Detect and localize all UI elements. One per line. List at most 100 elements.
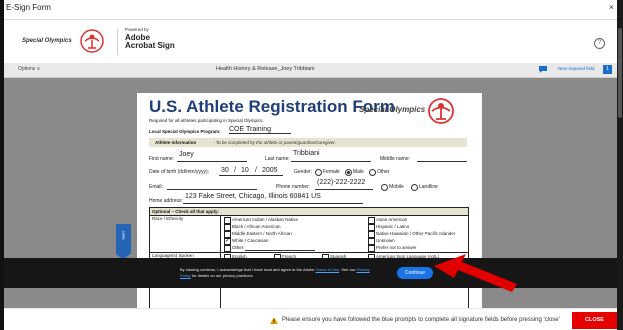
address-underline (183, 203, 363, 204)
esign-window: E-Sign Form × Special Olympics Powered b… (0, 0, 623, 330)
consent-text: By clicking continue, I acknowledge that… (180, 267, 376, 279)
gender-other-label: Other (377, 169, 390, 175)
email-field[interactable] (167, 189, 257, 190)
race-option: Black / African American (232, 224, 281, 229)
email-label: Email: (149, 184, 163, 190)
start-tab[interactable]: Start (116, 224, 131, 260)
red-arrow-annotation (434, 254, 517, 292)
window-scrollbar[interactable] (617, 0, 623, 330)
document-toolbar: Options ∨ Health History & Release_Joey … (4, 63, 617, 78)
form-brand: Special Olympics (359, 105, 426, 114)
chat-icon[interactable] (539, 66, 547, 73)
start-tab-label: Start (120, 231, 126, 240)
phone-mobile-radio[interactable] (381, 184, 388, 191)
scrollbar-thumb[interactable] (618, 28, 622, 118)
consent-text-part: By clicking continue, I acknowledge that… (180, 267, 316, 272)
race-checkbox[interactable] (368, 217, 375, 224)
gender-male-label: Male (353, 169, 364, 175)
first-name-label: First name: (149, 156, 175, 162)
race-option: American Indian / Alaskan Native (232, 217, 299, 222)
footer-bar: Please ensure you have followed the blue… (4, 308, 617, 330)
race-checkbox[interactable] (368, 224, 375, 231)
table-rule (150, 252, 468, 253)
address-field[interactable]: 123 Fake Street, Chicago, Illinois 60841… (185, 193, 321, 200)
gender-female-radio[interactable] (315, 169, 322, 176)
adobe-header: Special Olympics Powered by Adobe Acroba… (4, 20, 617, 64)
dob-month-field[interactable]: 10 (241, 167, 249, 174)
acrobat-sign-line: Acrobat Sign (125, 41, 175, 50)
race-option: Unknown (376, 238, 395, 243)
close-icon[interactable]: × (609, 2, 614, 12)
phone-underline (315, 189, 373, 190)
consent-text-part: . See our (339, 267, 357, 272)
race-label: Race / Ethnicity (152, 216, 184, 221)
phone-landline-radio[interactable] (411, 184, 418, 191)
optional-header-band: Optional – Check all that apply: (150, 208, 468, 215)
next-required-field-link[interactable]: Next required field (558, 66, 595, 71)
dob-label: Date of birth (dd/mm/yyyy): (149, 169, 210, 175)
header-divider (117, 29, 118, 55)
special-olympics-brand: Special Olympics (22, 38, 72, 44)
consent-banner: By clicking continue, I acknowledge that… (4, 258, 617, 288)
athlete-info-note: - To be completed by the athlete or pare… (213, 140, 336, 145)
phone-label: Phone number: (276, 184, 311, 190)
program-field[interactable]: COE Training (229, 126, 291, 134)
athlete-info-band: Athlete Information - To be completed by… (149, 138, 467, 147)
program-label: Local Special Olympics Program: (149, 129, 221, 134)
dob-separator: / (255, 167, 257, 174)
window-title: E-Sign Form (6, 3, 51, 12)
esign-dialog: E-Sign Form × Special Olympics Powered b… (4, 0, 617, 330)
special-olympics-logo (428, 98, 454, 124)
terms-of-use-link[interactable]: Terms of Use (316, 267, 340, 272)
first-name-field[interactable]: Joey (179, 151, 194, 158)
gender-other-radio[interactable] (369, 169, 376, 176)
phone-landline-label: Landline (419, 184, 438, 190)
consent-text-part: for details on our privacy practices. (190, 273, 254, 278)
last-name-underline (291, 161, 371, 162)
race-checkbox[interactable] (224, 224, 231, 231)
title-bar: E-Sign Form × (4, 0, 617, 20)
dob-underline (219, 175, 283, 176)
close-button[interactable]: CLOSE (572, 312, 617, 329)
race-option: Native Hawaiian / Other Pacific Islander (376, 231, 456, 236)
optional-header: Optional – Check all that apply: (152, 209, 220, 214)
first-name-underline (177, 161, 247, 162)
gender-female-label: Female (323, 169, 340, 175)
help-icon[interactable]: ? (594, 38, 605, 49)
dob-day-field[interactable]: 30 (221, 167, 229, 174)
table-rule (150, 215, 468, 216)
middle-name-label: Middle name: (380, 156, 411, 162)
race-checkbox[interactable] (224, 217, 231, 224)
race-option: White / Caucasian (232, 238, 269, 243)
document-title: Health History & Release_Joey Tribbiani (216, 66, 315, 72)
warning-icon (270, 317, 278, 324)
phone-field[interactable]: (222)-222-2222 (317, 179, 365, 186)
race-checkbox[interactable] (368, 245, 375, 252)
race-checkbox[interactable] (368, 231, 375, 238)
options-menu[interactable]: Options ∨ (18, 66, 40, 72)
gender-label: Gender: (294, 169, 313, 175)
gender-male-radio[interactable] (345, 169, 352, 176)
address-label: Home address: (149, 198, 183, 204)
dob-separator: / (234, 167, 236, 174)
warning-message: Please ensure you have followed the blue… (282, 317, 560, 323)
race-option: Middle Eastern / North African (232, 231, 292, 236)
next-required-count-badge[interactable]: 1 (603, 65, 612, 74)
middle-name-field[interactable] (417, 161, 467, 162)
special-olympics-logo (80, 29, 104, 53)
adobe-product-name: Adobe Acrobat Sign (125, 34, 175, 50)
last-name-field[interactable]: Tribbiani (293, 150, 320, 157)
powered-by-label: Powered by (125, 27, 149, 32)
race-checkbox[interactable] (224, 245, 231, 252)
race-option: Other: (232, 245, 245, 250)
race-option: Hispanic / Latino (376, 224, 410, 229)
race-other-field[interactable] (245, 250, 315, 251)
phone-mobile-label: Mobile (389, 184, 404, 190)
athlete-info-label: Athlete Information (155, 140, 197, 145)
race-checkbox[interactable] (368, 238, 375, 245)
last-name-label: Last name: (265, 156, 290, 162)
dob-year-field[interactable]: 2005 (262, 167, 278, 174)
race-option: Asian American (376, 217, 408, 222)
required-note: Required for all athletes participating … (149, 118, 264, 123)
race-checkbox-checked[interactable] (224, 237, 231, 245)
